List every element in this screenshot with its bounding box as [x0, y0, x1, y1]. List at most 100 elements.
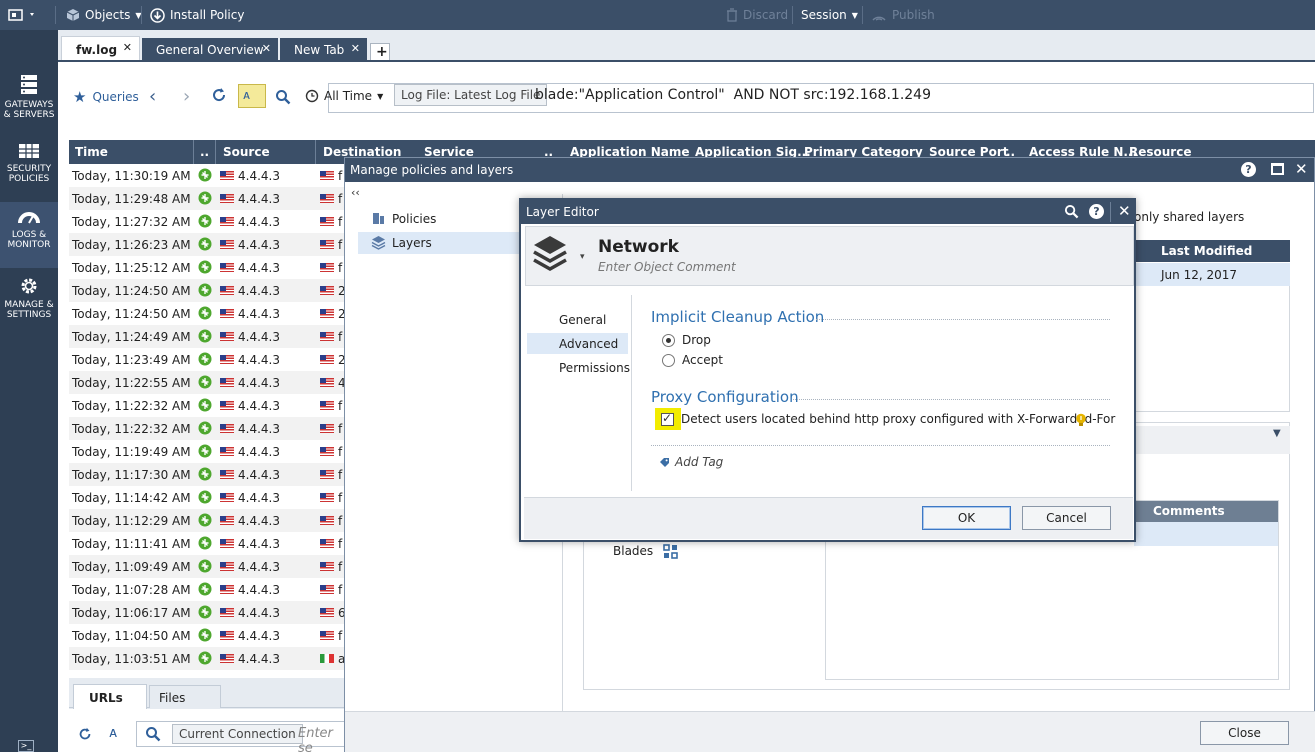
- cell-time: Today, 11:14:42 AM: [72, 491, 191, 505]
- object-comment-field[interactable]: Enter Object Comment: [598, 260, 736, 274]
- current-connection-chip[interactable]: Current Connection: [172, 724, 303, 744]
- table-row[interactable]: Today, 11:12:29 AM 4.4.4.3 f: [69, 509, 345, 532]
- cell-time: Today, 11:30:19 AM: [72, 169, 191, 183]
- cancel-button[interactable]: Cancel: [1022, 506, 1111, 530]
- query-syntax-toggle[interactable]: ᴀ: [238, 84, 266, 108]
- us-flag-icon: [220, 424, 234, 433]
- proxy-checkbox[interactable]: ✓: [661, 411, 674, 426]
- table-row[interactable]: Today, 11:25:12 AM 4.4.4.3 f: [69, 256, 345, 279]
- queries-button[interactable]: ★ Queries: [73, 88, 139, 106]
- ok-button[interactable]: OK: [922, 506, 1011, 530]
- session-menu-button[interactable]: Session ▼: [801, 0, 858, 30]
- col-more[interactable]: ..: [200, 145, 209, 159]
- table-row[interactable]: Today, 11:24:50 AM 4.4.4.3 2: [69, 279, 345, 302]
- query-text[interactable]: blade:"Application Control" AND NOT src:…: [535, 87, 931, 103]
- close-icon[interactable]: ✕: [1118, 202, 1131, 220]
- table-row[interactable]: Today, 11:26:23 AM 4.4.4.3 f: [69, 233, 345, 256]
- table-row[interactable]: Today, 11:22:32 AM 4.4.4.3 f: [69, 394, 345, 417]
- chevron-down-icon: ▼: [377, 91, 384, 101]
- tab-files[interactable]: Files: [149, 685, 221, 708]
- help-icon[interactable]: ?: [1241, 162, 1256, 177]
- tree-item-layers[interactable]: Layers: [358, 232, 520, 254]
- install-policy-button[interactable]: Install Policy: [150, 0, 244, 30]
- layers-icon: [531, 234, 569, 274]
- cell-time: Today, 11:23:49 AM: [72, 353, 191, 367]
- table-row[interactable]: Today, 11:06:17 AM 4.4.4.3 6: [69, 601, 345, 624]
- col-last-modified[interactable]: Last Modified: [1134, 240, 1290, 262]
- radio-accept[interactable]: Accept: [662, 353, 723, 367]
- table-row[interactable]: Today, 11:07:28 AM 4.4.4.3 f: [69, 578, 345, 601]
- accept-action-icon: [198, 306, 212, 320]
- nav-manage-settings[interactable]: MANAGE & SETTINGS: [0, 270, 58, 332]
- expand-icon[interactable]: ▼: [1273, 428, 1281, 439]
- command-line-icon[interactable]: >_: [18, 740, 34, 752]
- nav-gateways-servers[interactable]: GATEWAYS & SERVERS: [0, 68, 58, 130]
- forward-arrow-icon[interactable]: ›: [183, 86, 190, 107]
- nav-general[interactable]: General: [559, 313, 606, 327]
- tab-general-overview[interactable]: General Overview ✕: [142, 38, 278, 62]
- new-tab-button[interactable]: +: [370, 43, 390, 61]
- refresh-icon[interactable]: [210, 86, 228, 104]
- table-row[interactable]: Today, 11:14:42 AM 4.4.4.3 f: [69, 486, 345, 509]
- table-cell-date[interactable]: Jun 12, 2017: [1134, 263, 1290, 286]
- refresh-icon[interactable]: [77, 726, 93, 742]
- help-icon[interactable]: ?: [1089, 204, 1104, 219]
- add-tag-button[interactable]: Add Tag: [659, 455, 723, 469]
- object-name[interactable]: Network: [598, 237, 679, 257]
- table-row[interactable]: Today, 11:22:55 AM 4.4.4.3 4: [69, 371, 345, 394]
- top-toolbar: Objects ▼ Install Policy Discard Session…: [0, 0, 1315, 30]
- chevron-down-icon[interactable]: ▾: [580, 252, 585, 262]
- bottom-search-box[interactable]: Current Connection Enter se: [136, 721, 345, 752]
- nav-logs-monitor[interactable]: LOGS & MONITOR: [0, 202, 58, 268]
- table-row[interactable]: Today, 11:19:49 AM 4.4.4.3 f: [69, 440, 345, 463]
- close-icon[interactable]: ✕: [1295, 160, 1308, 178]
- app-menu-button[interactable]: [8, 0, 38, 30]
- collapse-panel-icon[interactable]: ‹‹: [351, 186, 360, 199]
- nav-permissions[interactable]: Permissions: [559, 361, 630, 375]
- close-icon[interactable]: ✕: [351, 42, 360, 55]
- cell-source: 4.4.4.3: [238, 399, 280, 413]
- table-row[interactable]: Today, 11:03:51 AM 4.4.4.3 a: [69, 647, 345, 670]
- nav-security-policies[interactable]: SECURITY POLICIES: [0, 136, 58, 198]
- table-row[interactable]: Today, 11:24:49 AM 4.4.4.3 f: [69, 325, 345, 348]
- discard-button[interactable]: Discard: [726, 0, 788, 30]
- back-arrow-icon[interactable]: ‹: [149, 86, 156, 107]
- maximize-icon[interactable]: [1271, 163, 1284, 175]
- table-row[interactable]: Today, 11:17:30 AM 4.4.4.3 f: [69, 463, 345, 486]
- table-row[interactable]: Today, 11:27:32 AM 4.4.4.3 f: [69, 210, 345, 233]
- radio-drop[interactable]: Drop: [662, 333, 711, 347]
- table-row[interactable]: Today, 11:29:48 AM 4.4.4.3 f: [69, 187, 345, 210]
- session-label: Session: [801, 8, 847, 22]
- table-row[interactable]: Today, 11:04:50 AM 4.4.4.3 f: [69, 624, 345, 647]
- tree-item-policies[interactable]: Policies: [371, 211, 436, 226]
- close-icon[interactable]: ✕: [123, 41, 132, 54]
- log-table-body: Today, 11:30:19 AM 4.4.4.3 f Today, 11:29:4…: [69, 164, 345, 672]
- time-filter-label: All Time: [324, 89, 373, 103]
- close-button[interactable]: Close: [1200, 721, 1289, 745]
- objects-menu-button[interactable]: Objects ▼: [66, 0, 142, 30]
- shared-layers-filter[interactable]: only shared layers: [1134, 210, 1244, 224]
- publish-button[interactable]: Publish: [871, 0, 935, 30]
- lightbulb-icon[interactable]: [1075, 413, 1087, 427]
- tab-new-tab[interactable]: New Tab ✕: [280, 38, 367, 62]
- search-icon[interactable]: [145, 726, 161, 742]
- log-file-chip[interactable]: Log File: Latest Log File: [394, 84, 548, 106]
- query-syntax-icon[interactable]: ᴀ: [109, 725, 117, 741]
- table-row[interactable]: Today, 11:24:50 AM 4.4.4.3 2: [69, 302, 345, 325]
- tab-urls[interactable]: URLs: [73, 684, 147, 709]
- table-row[interactable]: Today, 11:22:32 AM 4.4.4.3 f: [69, 417, 345, 440]
- accept-action-icon: [198, 628, 212, 642]
- close-icon[interactable]: ✕: [262, 42, 271, 55]
- blades-icon[interactable]: [663, 544, 678, 559]
- col-time[interactable]: Time: [75, 145, 108, 159]
- col-source[interactable]: Source: [223, 145, 270, 159]
- time-filter-dropdown[interactable]: All Time ▼: [305, 89, 383, 103]
- table-row[interactable]: Today, 11:30:19 AM 4.4.4.3 f: [69, 164, 345, 187]
- tab-fw-log[interactable]: fw.log ✕: [61, 36, 140, 62]
- search-icon[interactable]: [1064, 204, 1079, 219]
- table-row[interactable]: Today, 11:23:49 AM 4.4.4.3 2: [69, 348, 345, 371]
- search-icon[interactable]: [275, 89, 291, 105]
- nav-advanced[interactable]: Advanced: [527, 333, 628, 354]
- table-row[interactable]: Today, 11:11:41 AM 4.4.4.3 f: [69, 532, 345, 555]
- table-row[interactable]: Today, 11:09:49 AM 4.4.4.3 f: [69, 555, 345, 578]
